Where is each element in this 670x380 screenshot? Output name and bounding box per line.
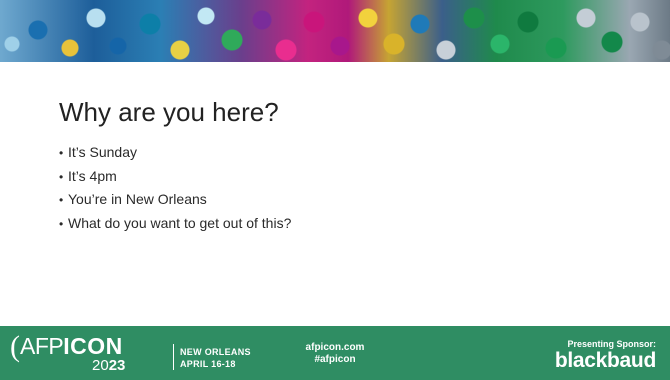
logo-icon-text: ICON <box>63 333 123 359</box>
footer-links: afpicon.com #afpicon <box>260 342 410 366</box>
logo-year: 2023 <box>92 358 125 374</box>
slide: Why are you here? • It’s Sunday • It’s 4… <box>0 0 670 380</box>
beads-banner-image <box>0 0 670 62</box>
bullet-marker: • <box>59 146 64 160</box>
logo-city: NEW ORLEANS <box>180 347 251 357</box>
bullet-marker: • <box>59 193 64 207</box>
afp-icon-logo: (AFPICON 2023 NEW ORLEANS APRIL 16-18 <box>10 332 260 374</box>
bullet-text: What do you want to get out of this? <box>68 214 292 231</box>
bullet-marker: • <box>59 169 64 184</box>
bullet-text: You’re in New Orleans <box>68 191 207 207</box>
footer-bar: (AFPICON 2023 NEW ORLEANS APRIL 16-18 af… <box>0 326 670 380</box>
bullet-list: • It’s Sunday • It’s 4pm • You’re in New… <box>59 144 639 238</box>
bullet-item: • It’s Sunday <box>59 144 639 168</box>
blackbaud-logo: blackbaud <box>554 349 656 372</box>
bullet-text: It’s 4pm <box>68 167 117 184</box>
slide-title: Why are you here? <box>59 97 279 127</box>
bullet-item: • You’re in New Orleans <box>59 191 639 215</box>
logo-afp: AFP <box>20 333 64 359</box>
logo-year-prefix: 20 <box>92 357 109 374</box>
hashtag-text: #afpicon <box>314 354 356 365</box>
logo-divider <box>173 344 174 370</box>
logo-year-suffix: 23 <box>108 357 126 374</box>
logo-paren: ( <box>10 330 20 363</box>
bullet-text: It’s Sunday <box>68 144 138 160</box>
sponsor-block: Presenting Sponsor: blackbaud <box>496 339 656 372</box>
bullet-item: • It’s 4pm <box>59 168 639 192</box>
website-text: afpicon.com <box>305 342 365 353</box>
logo-dates: APRIL 16-18 <box>180 359 236 369</box>
bullet-marker: • <box>59 216 64 231</box>
bullet-item: • What do you want to get out of this? <box>59 215 639 239</box>
